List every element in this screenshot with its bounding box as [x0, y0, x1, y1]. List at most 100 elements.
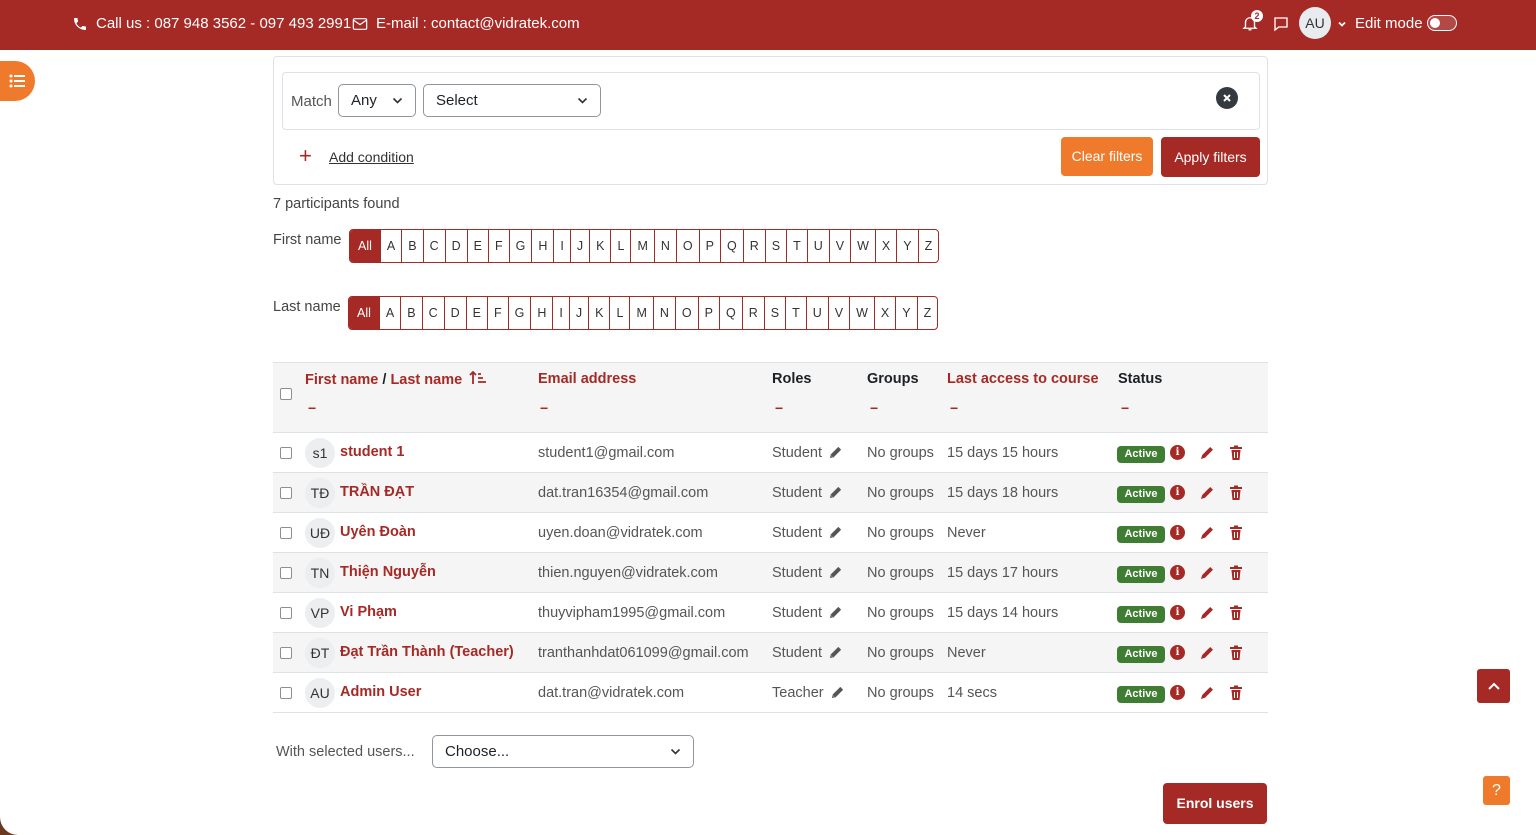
- email-column-header[interactable]: Email address: [538, 371, 636, 387]
- last-initial-q[interactable]: Q: [718, 297, 742, 329]
- user-initials-avatar[interactable]: UĐ: [305, 518, 335, 548]
- unenrol-trash-icon[interactable]: [1229, 645, 1243, 661]
- last-initial-m[interactable]: M: [629, 297, 652, 329]
- user-initials-avatar[interactable]: TN: [305, 558, 335, 588]
- last-initial-f[interactable]: F: [487, 297, 508, 329]
- last-initial-w[interactable]: W: [849, 297, 874, 329]
- last-initial-h[interactable]: H: [530, 297, 552, 329]
- enrol-users-button[interactable]: Enrol users: [1163, 783, 1267, 824]
- edit-role-pencil-icon[interactable]: [828, 565, 843, 580]
- edit-role-pencil-icon[interactable]: [830, 685, 845, 700]
- unenrol-trash-icon[interactable]: [1229, 685, 1243, 701]
- first-initial-q[interactable]: Q: [719, 230, 743, 262]
- unenrol-trash-icon[interactable]: [1229, 485, 1243, 501]
- edit-role-pencil-icon[interactable]: [828, 605, 843, 620]
- last-initial-b[interactable]: B: [400, 297, 421, 329]
- row-select-checkbox[interactable]: [280, 487, 292, 499]
- first-initial-j[interactable]: J: [569, 230, 589, 262]
- user-name-link[interactable]: Thiện Nguyễn: [340, 564, 436, 580]
- enrolment-info-icon[interactable]: i: [1170, 445, 1185, 460]
- first-initial-a[interactable]: A: [379, 230, 401, 262]
- bulk-action-select[interactable]: Choose...: [432, 735, 694, 768]
- user-name-link[interactable]: Admin User: [340, 684, 421, 700]
- first-initial-p[interactable]: P: [698, 230, 720, 262]
- user-name-link[interactable]: Đạt Trần Thành (Teacher): [340, 644, 514, 660]
- remove-condition-button[interactable]: [1216, 87, 1238, 109]
- first-initial-o[interactable]: O: [675, 230, 699, 262]
- last-initial-x[interactable]: X: [873, 297, 895, 329]
- edit-mode-toggle[interactable]: [1427, 15, 1457, 31]
- user-initials-avatar[interactable]: ĐT: [305, 638, 335, 668]
- first-initial-s[interactable]: S: [764, 230, 786, 262]
- clear-filters-button[interactable]: Clear filters: [1061, 137, 1153, 176]
- first-initial-c[interactable]: C: [422, 230, 445, 262]
- last-initial-s[interactable]: S: [763, 297, 785, 329]
- edit-enrolment-icon[interactable]: [1199, 485, 1215, 501]
- last-name-sort-link[interactable]: Last name: [390, 372, 462, 388]
- back-to-top-button[interactable]: [1477, 669, 1510, 703]
- first-initial-all[interactable]: All: [350, 230, 380, 262]
- help-button[interactable]: ?: [1483, 776, 1510, 805]
- user-avatar[interactable]: AU: [1299, 7, 1331, 39]
- sort-ascending-icon[interactable]: [469, 370, 487, 385]
- collapse-groups-column[interactable]: −: [870, 400, 878, 416]
- last-initial-j[interactable]: J: [568, 297, 588, 329]
- unenrol-trash-icon[interactable]: [1229, 605, 1243, 621]
- last-initial-all[interactable]: All: [349, 297, 379, 329]
- collapse-email-column[interactable]: −: [540, 400, 548, 416]
- first-initial-u[interactable]: U: [806, 230, 829, 262]
- edit-role-pencil-icon[interactable]: [828, 485, 843, 500]
- last-initial-k[interactable]: K: [588, 297, 609, 329]
- collapse-name-column[interactable]: −: [308, 400, 316, 416]
- last-initial-d[interactable]: D: [443, 297, 466, 329]
- first-initial-z[interactable]: Z: [917, 230, 939, 262]
- last-initial-p[interactable]: P: [697, 297, 719, 329]
- add-condition-link[interactable]: Add condition: [329, 149, 414, 165]
- edit-enrolment-icon[interactable]: [1199, 605, 1215, 621]
- last-initial-g[interactable]: G: [507, 297, 531, 329]
- last-access-column-header[interactable]: Last access to course: [947, 371, 1099, 387]
- first-initial-m[interactable]: M: [630, 230, 653, 262]
- edit-role-pencil-icon[interactable]: [828, 645, 843, 660]
- collapse-status-column[interactable]: −: [1121, 400, 1129, 416]
- first-initial-f[interactable]: F: [488, 230, 509, 262]
- match-select[interactable]: Any: [338, 84, 416, 117]
- select-all-checkbox[interactable]: [280, 388, 292, 400]
- edit-enrolment-icon[interactable]: [1199, 645, 1215, 661]
- first-initial-h[interactable]: H: [531, 230, 553, 262]
- last-initial-i[interactable]: I: [552, 297, 568, 329]
- first-initial-b[interactable]: B: [401, 230, 422, 262]
- user-initials-avatar[interactable]: AU: [305, 678, 335, 708]
- collapse-last-access-column[interactable]: −: [950, 400, 958, 416]
- filter-type-select[interactable]: Select: [423, 84, 601, 117]
- last-initial-v[interactable]: V: [827, 297, 849, 329]
- last-initial-n[interactable]: N: [652, 297, 675, 329]
- last-initial-u[interactable]: U: [805, 297, 828, 329]
- unenrol-trash-icon[interactable]: [1229, 445, 1243, 461]
- user-name-link[interactable]: student 1: [340, 444, 404, 460]
- row-select-checkbox[interactable]: [280, 687, 292, 699]
- first-initial-r[interactable]: R: [742, 230, 765, 262]
- enrolment-info-icon[interactable]: i: [1170, 645, 1185, 660]
- first-initial-g[interactable]: G: [508, 230, 532, 262]
- enrolment-info-icon[interactable]: i: [1170, 525, 1185, 540]
- course-index-drawer-button[interactable]: [0, 61, 35, 101]
- enrolment-info-icon[interactable]: i: [1170, 685, 1185, 700]
- user-initials-avatar[interactable]: VP: [305, 598, 335, 628]
- first-initial-y[interactable]: Y: [896, 230, 917, 262]
- user-initials-avatar[interactable]: s1: [305, 438, 335, 468]
- last-initial-c[interactable]: C: [421, 297, 444, 329]
- last-initial-o[interactable]: O: [674, 297, 698, 329]
- edit-role-pencil-icon[interactable]: [828, 525, 843, 540]
- user-name-link[interactable]: TRẦN ĐẠT: [340, 484, 414, 500]
- last-initial-r[interactable]: R: [741, 297, 764, 329]
- unenrol-trash-icon[interactable]: [1229, 525, 1243, 541]
- plus-icon[interactable]: +: [299, 145, 312, 167]
- last-initial-t[interactable]: T: [785, 297, 806, 329]
- first-initial-k[interactable]: K: [589, 230, 610, 262]
- edit-enrolment-icon[interactable]: [1199, 685, 1215, 701]
- last-initial-l[interactable]: L: [609, 297, 629, 329]
- first-initial-i[interactable]: I: [553, 230, 569, 262]
- first-name-sort-link[interactable]: First name: [305, 372, 378, 388]
- chevron-down-icon[interactable]: [1337, 19, 1347, 29]
